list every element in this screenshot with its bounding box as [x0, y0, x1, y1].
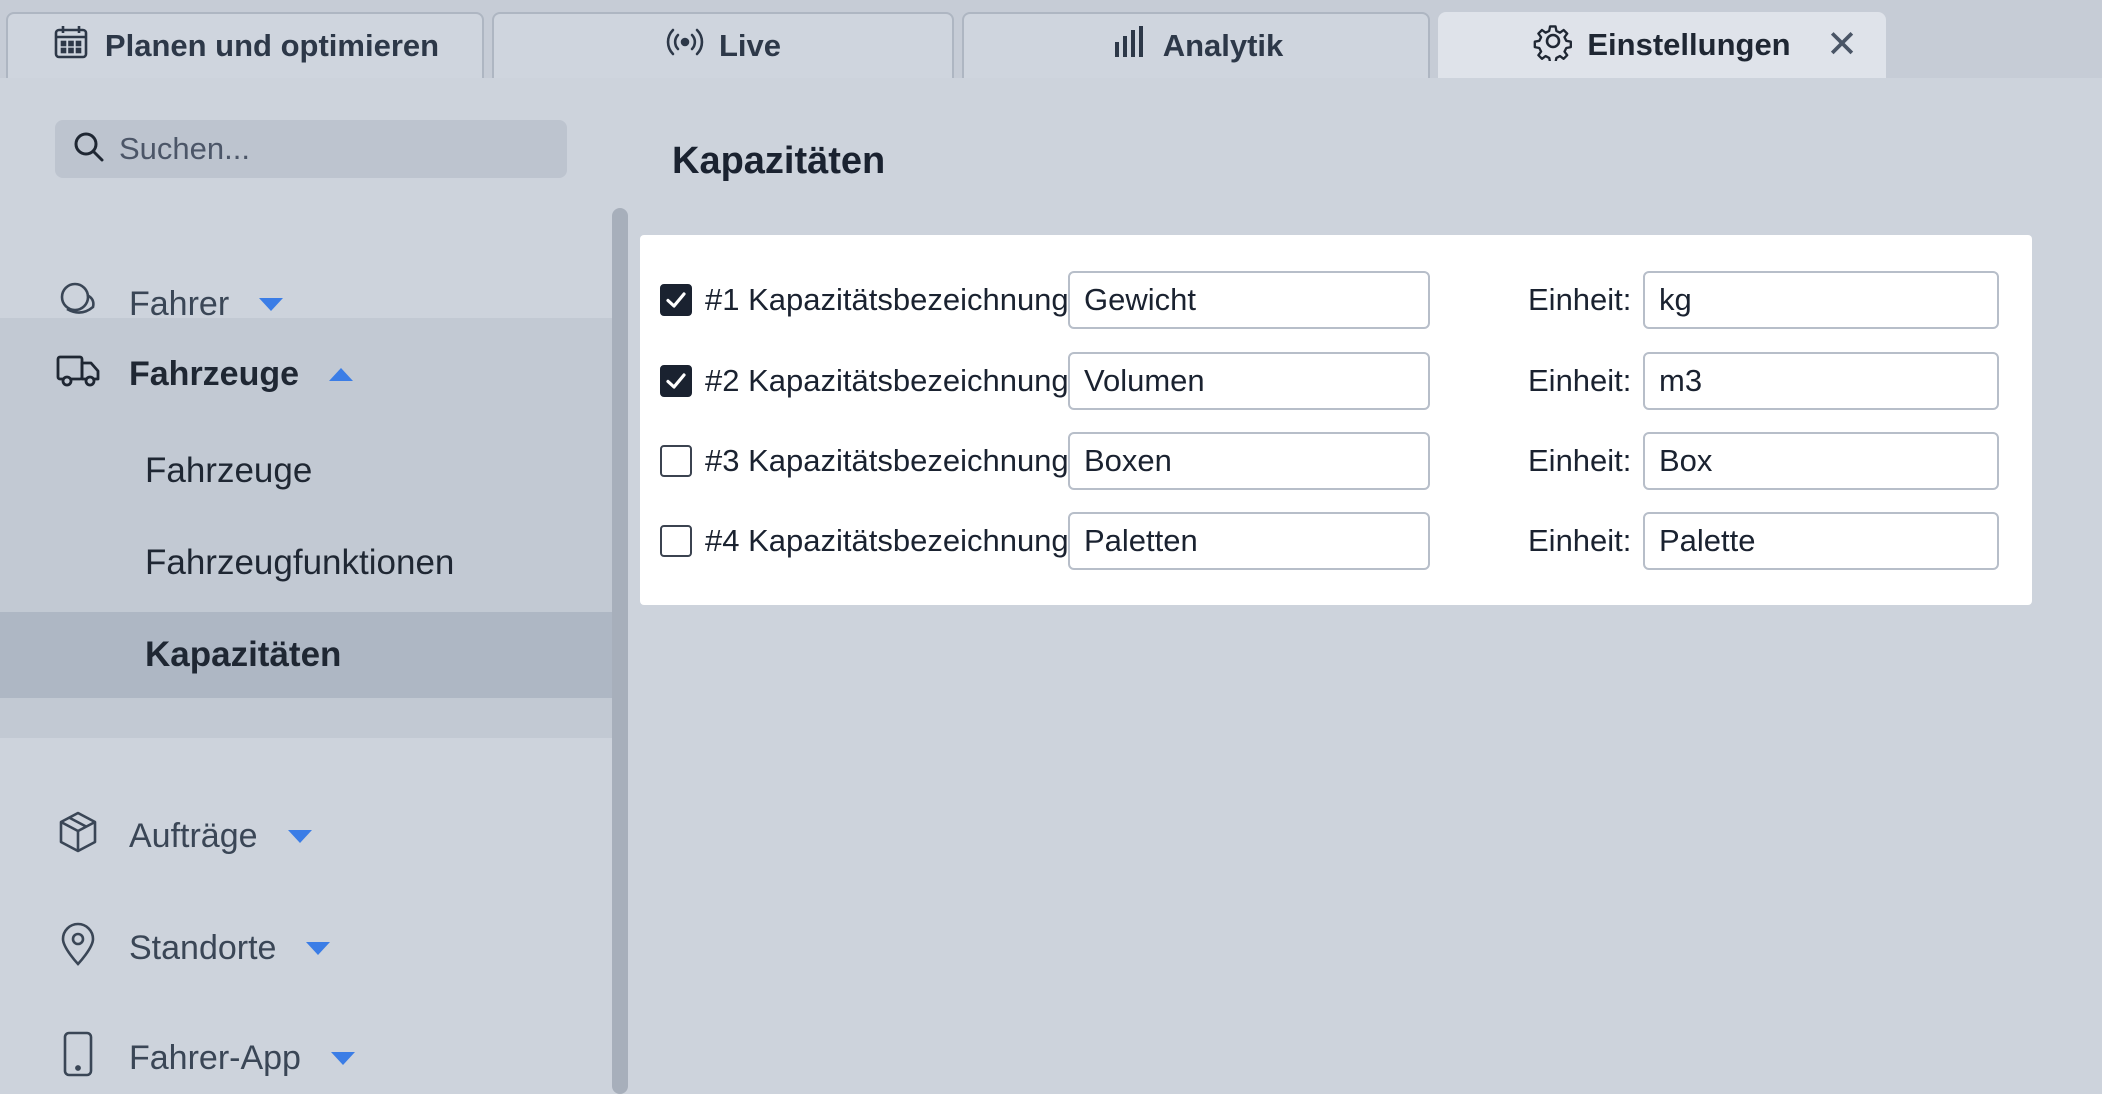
capacity-checkbox-1[interactable] [660, 284, 692, 316]
capacity-name-field[interactable] [1068, 512, 1430, 570]
sidebar-subitem-label: Fahrzeuge [145, 451, 313, 490]
sidebar-subitem-fahrzeugfunktionen[interactable]: Fahrzeugfunktionen [0, 520, 612, 606]
broadcast-icon [665, 22, 705, 70]
sidebar-item-label: Fahrer-App [129, 1038, 301, 1077]
sidebar-subitem-fahrzeuge[interactable]: Fahrzeuge [0, 428, 612, 514]
sidebar-subitem-kapazitaeten[interactable]: Kapazitäten [0, 612, 612, 698]
sidebar-scrollbar[interactable] [612, 208, 628, 1094]
tab-planen-und-optimieren[interactable]: Planen und optimieren [6, 12, 484, 78]
sidebar-subitem-label: Fahrzeugfunktionen [145, 543, 455, 582]
capacity-checkbox-2[interactable] [660, 365, 692, 397]
tab-bar: Planen und optimieren Live Analytik Eins… [0, 0, 2102, 78]
checkmark-icon [666, 292, 686, 308]
chevron-down-icon [306, 941, 331, 955]
sidebar-item-auftraege[interactable]: Aufträge [0, 796, 612, 876]
sidebar-item-fahrer-app[interactable]: Fahrer-App [0, 1018, 612, 1094]
sidebar-group-fahrzeuge: Fahrzeuge Fahrzeuge Fahrzeugfunktionen K… [0, 318, 612, 738]
capacity-unit-field[interactable] [1643, 352, 1999, 410]
sidebar-item-fahrzeuge[interactable]: Fahrzeuge [0, 334, 612, 414]
tab-analytik[interactable]: Analytik [962, 12, 1430, 78]
unit-label: Einheit: [1528, 282, 1632, 317]
tab-label: Live [718, 28, 782, 63]
tab-label: Analytik [1162, 28, 1284, 63]
sidebar-subitem-label: Kapazitäten [145, 635, 342, 674]
sidebar: Fahrer Fahrzeuge Fahrzeuge Fahrzeugfunkt… [0, 78, 612, 1094]
capacities-card: #1 Kapazitätsbezeichnung: Einheit: #2 Ka… [640, 235, 2032, 605]
chevron-up-icon [329, 367, 354, 381]
search-input[interactable] [119, 131, 539, 167]
unit-label: Einheit: [1528, 523, 1632, 558]
capacity-row: #3 Kapazitätsbezeichnung: Einheit: [640, 432, 2032, 490]
unit-label: Einheit: [1528, 363, 1632, 398]
capacity-label: #1 Kapazitätsbezeichnung: [705, 282, 1078, 317]
capacity-row: #1 Kapazitätsbezeichnung: Einheit: [640, 271, 2032, 329]
capacity-checkbox-4[interactable] [660, 525, 692, 557]
checkmark-icon [666, 373, 686, 389]
capacity-name-field[interactable] [1068, 432, 1430, 490]
location-pin-icon [55, 921, 101, 976]
capacity-label: #2 Kapazitätsbezeichnung: [705, 363, 1078, 398]
capacity-row: #2 Kapazitätsbezeichnung: Einheit: [640, 352, 2032, 410]
close-icon[interactable]: ✕ [1826, 26, 1858, 64]
capacity-name-field[interactable] [1068, 271, 1430, 329]
chevron-down-icon [330, 1051, 355, 1065]
tab-einstellungen[interactable]: Einstellungen ✕ [1438, 12, 1886, 78]
tab-label: Einstellungen [1587, 27, 1791, 62]
capacity-label: #4 Kapazitätsbezeichnung: [705, 523, 1078, 558]
capacity-unit-field[interactable] [1643, 271, 1999, 329]
chevron-down-icon [259, 297, 284, 311]
capacity-name-field[interactable] [1068, 352, 1430, 410]
sidebar-item-label: Fahrzeuge [129, 354, 300, 393]
capacity-unit-field[interactable] [1643, 512, 1999, 570]
truck-icon [55, 347, 101, 402]
sidebar-item-standorte[interactable]: Standorte [0, 908, 612, 988]
capacity-unit-field[interactable] [1643, 432, 1999, 490]
search-box[interactable] [55, 120, 567, 178]
tab-label: Planen und optimieren [104, 28, 440, 63]
page-title: Kapazitäten [672, 140, 886, 182]
calendar-icon [51, 22, 91, 70]
search-icon [71, 129, 107, 170]
sidebar-item-label: Standorte [129, 928, 277, 967]
sidebar-item-label: Aufträge [129, 816, 258, 855]
unit-label: Einheit: [1528, 443, 1632, 478]
capacity-checkbox-3[interactable] [660, 445, 692, 477]
tab-live[interactable]: Live [492, 12, 954, 78]
chevron-down-icon [287, 829, 312, 843]
bar-chart-icon [1109, 22, 1149, 70]
capacity-label: #3 Kapazitätsbezeichnung: [705, 443, 1078, 478]
gear-icon [1533, 21, 1573, 69]
package-icon [55, 809, 101, 864]
capacity-row: #4 Kapazitätsbezeichnung: Einheit: [640, 512, 2032, 570]
smartphone-icon [55, 1031, 101, 1086]
